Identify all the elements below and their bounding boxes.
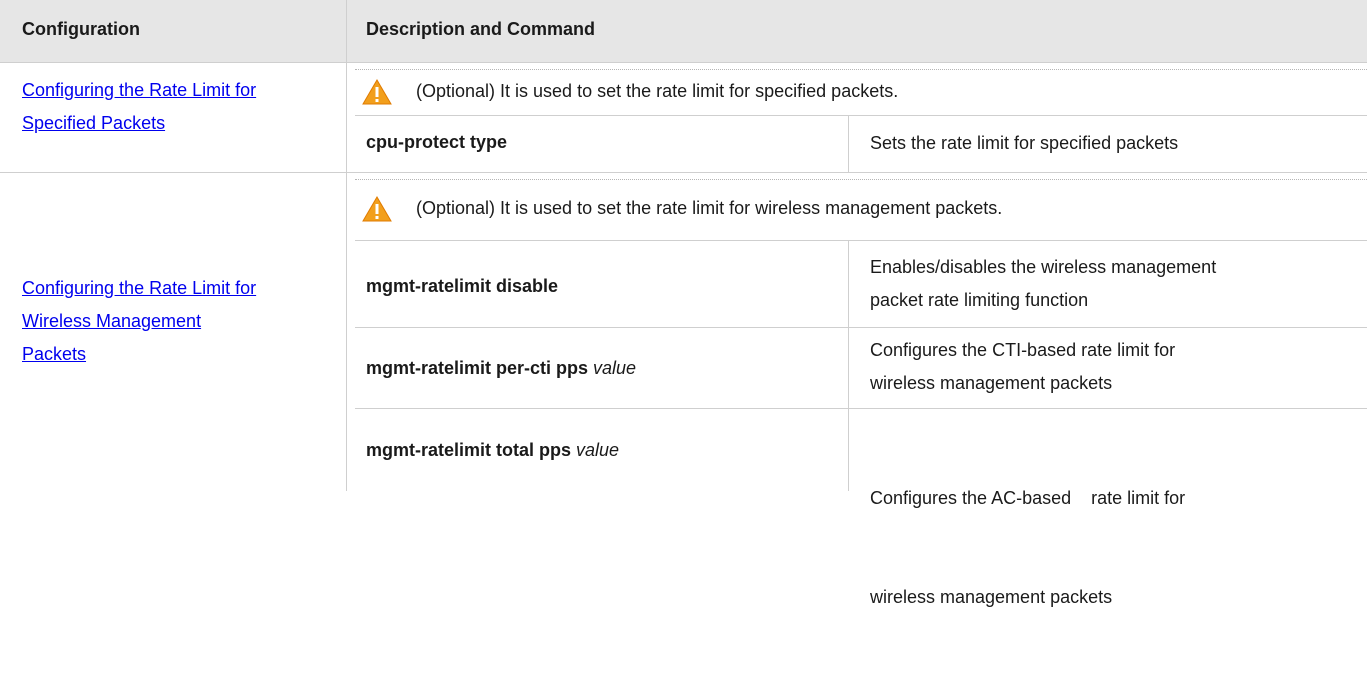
- header-configuration: Configuration: [22, 19, 140, 39]
- warning-icon: [362, 79, 392, 105]
- row-divider: [355, 408, 1367, 409]
- link-text-line[interactable]: Configuring the Rate Limit for: [22, 272, 256, 305]
- command-description: Configures the CTI-based rate limit for …: [870, 334, 1175, 400]
- section-divider: [0, 172, 1367, 173]
- note-text: (Optional) It is used to set the rate li…: [416, 81, 899, 101]
- command-description: Enables/disables the wireless management…: [870, 251, 1216, 317]
- command-mgmt-ratelimit-per-cti-pps: mgmt-ratelimit per-cti pps value: [366, 358, 636, 379]
- command-name: cpu-protect type: [366, 132, 508, 152]
- command-argument: value: [576, 440, 620, 460]
- row-divider: [355, 240, 1367, 241]
- link-configuring-rate-limit-wireless-management-packets[interactable]: Configuring the Rate Limit for Wireless …: [22, 272, 256, 371]
- column-divider: [346, 0, 347, 491]
- command-mgmt-ratelimit-total-pps: mgmt-ratelimit total pps value: [366, 440, 619, 461]
- command-description: Configures the AC-based rate limit for w…: [870, 416, 1185, 680]
- command-column-divider: [848, 240, 849, 491]
- row-divider: [355, 327, 1367, 328]
- header-description-command: Description and Command: [366, 19, 596, 39]
- warning-icon: [362, 196, 392, 222]
- command-argument: value: [593, 358, 637, 378]
- note-top-rule: [355, 69, 1367, 70]
- table-header: [0, 0, 1367, 62]
- link-text-line[interactable]: Wireless Management: [22, 305, 256, 338]
- command-name: mgmt-ratelimit total pps: [366, 440, 577, 460]
- command-name: mgmt-ratelimit per-cti pps: [366, 358, 594, 378]
- link-text-line[interactable]: Specified Packets: [22, 107, 256, 140]
- configuration-table: Configuration Description and Command Co…: [0, 0, 1367, 607]
- description-line: Configures the CTI-based rate limit for: [870, 340, 1176, 360]
- description-line: packet rate limiting function: [870, 290, 1089, 310]
- link-configuring-rate-limit-specified-packets[interactable]: Configuring the Rate Limit for Specified…: [22, 74, 256, 140]
- link-text-line[interactable]: Packets: [22, 338, 256, 371]
- description-line: wireless management packets: [870, 373, 1113, 393]
- description-line: wireless management packets: [870, 587, 1113, 607]
- description-line: Enables/disables the wireless management: [870, 257, 1217, 277]
- row-divider: [355, 115, 1367, 116]
- link-text-line[interactable]: Configuring the Rate Limit for: [22, 74, 256, 107]
- command-cpu-protect-type: cpu-protect type: [366, 132, 507, 153]
- description-line: Configures the AC-based rate limit for: [870, 488, 1186, 508]
- note-text: (Optional) It is used to set the rate li…: [416, 198, 1003, 218]
- command-description: Sets the rate limit for specified packet…: [870, 133, 1179, 153]
- command-column-divider: [848, 115, 849, 172]
- command-name: mgmt-ratelimit disable: [366, 276, 559, 296]
- command-mgmt-ratelimit-disable: mgmt-ratelimit disable: [366, 276, 558, 297]
- note-top-rule: [355, 179, 1367, 180]
- header-bottom-border: [0, 62, 1367, 63]
